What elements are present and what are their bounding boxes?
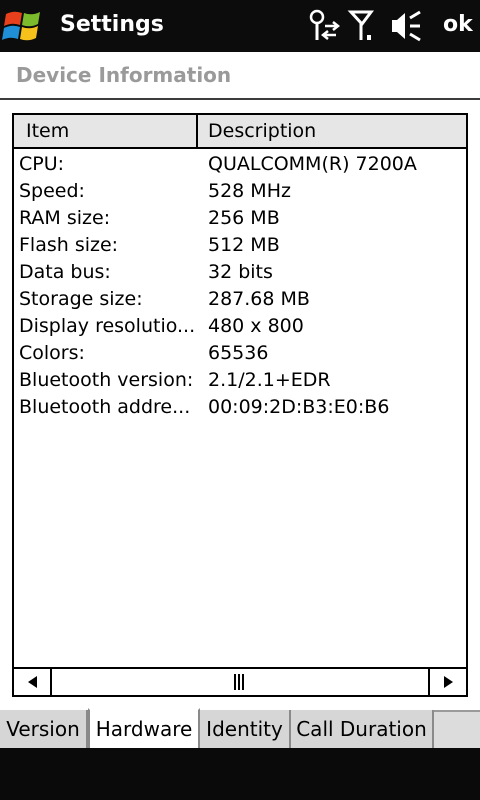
app-title: Settings bbox=[60, 12, 164, 37]
row-item: Bluetooth addre... bbox=[19, 396, 191, 418]
row-description: 528 MHz bbox=[208, 180, 291, 202]
row-item: Display resolutio... bbox=[19, 315, 194, 337]
row-item: Bluetooth version: bbox=[19, 369, 194, 391]
row-item: Speed: bbox=[19, 180, 85, 202]
tab-identity[interactable]: Identity bbox=[200, 710, 291, 750]
grip-icon bbox=[234, 674, 245, 690]
list-row-speed[interactable]: Speed: 528 MHz bbox=[14, 178, 466, 205]
arrow-right-icon bbox=[444, 676, 453, 688]
row-item: Storage size: bbox=[19, 288, 143, 310]
list-row-cpu[interactable]: CPU: QUALCOMM(R) 7200A bbox=[14, 151, 466, 178]
row-item: CPU: bbox=[19, 153, 65, 175]
row-item: Data bus: bbox=[19, 261, 111, 283]
tab-bar: Version Hardware Identity Call Duration bbox=[0, 708, 480, 750]
list-row-bluetooth-address[interactable]: Bluetooth addre... 00:09:2D:B3:E0:B6 bbox=[14, 394, 466, 421]
scrollbar-thumb[interactable] bbox=[52, 669, 428, 695]
row-item: Flash size: bbox=[19, 234, 119, 256]
volume-icon[interactable] bbox=[388, 8, 424, 44]
page-title: Device Information bbox=[16, 63, 232, 87]
windows-start-icon[interactable] bbox=[2, 6, 46, 46]
row-description: QUALCOMM(R) 7200A bbox=[208, 153, 417, 175]
row-description: 480 x 800 bbox=[208, 315, 304, 337]
tab-version[interactable]: Version bbox=[0, 710, 88, 750]
row-description: 65536 bbox=[208, 342, 269, 364]
list-row-data-bus[interactable]: Data bus: 32 bits bbox=[14, 259, 466, 286]
tab-hardware[interactable]: Hardware bbox=[88, 708, 200, 750]
horizontal-scrollbar[interactable] bbox=[14, 667, 466, 695]
row-item: RAM size: bbox=[19, 207, 111, 229]
list-row-storage-size[interactable]: Storage size: 287.68 MB bbox=[14, 286, 466, 313]
column-header-description[interactable]: Description bbox=[208, 115, 316, 147]
row-description: 2.1/2.1+EDR bbox=[208, 369, 331, 391]
column-divider[interactable] bbox=[196, 115, 198, 147]
scroll-left-button[interactable] bbox=[14, 669, 52, 695]
list-row-bluetooth-version[interactable]: Bluetooth version: 2.1/2.1+EDR bbox=[14, 367, 466, 394]
ok-button[interactable]: ok bbox=[443, 11, 473, 39]
row-item: Colors: bbox=[19, 342, 85, 364]
column-header-item[interactable]: Item bbox=[26, 115, 69, 147]
connectivity-icon[interactable] bbox=[306, 8, 342, 44]
list-row-colors[interactable]: Colors: 65536 bbox=[14, 340, 466, 367]
signal-icon[interactable] bbox=[345, 8, 381, 44]
page-header: Device Information bbox=[0, 52, 480, 100]
softkey-bar bbox=[0, 748, 480, 800]
row-description: 00:09:2D:B3:E0:B6 bbox=[208, 396, 390, 418]
scroll-right-button[interactable] bbox=[428, 669, 466, 695]
list-row-ram-size[interactable]: RAM size: 256 MB bbox=[14, 205, 466, 232]
row-description: 512 MB bbox=[208, 234, 280, 256]
row-description: 32 bits bbox=[208, 261, 273, 283]
list-header: Item Description bbox=[14, 115, 466, 149]
tab-call-duration[interactable]: Call Duration bbox=[291, 710, 434, 750]
list-row-display-resolution[interactable]: Display resolutio... 480 x 800 bbox=[14, 313, 466, 340]
device-info-list[interactable]: Item Description CPU: QUALCOMM(R) 7200A … bbox=[12, 113, 468, 697]
arrow-left-icon bbox=[28, 676, 37, 688]
list-row-flash-size[interactable]: Flash size: 512 MB bbox=[14, 232, 466, 259]
title-bar: Settings ok bbox=[0, 0, 480, 52]
list-rows: CPU: QUALCOMM(R) 7200A Speed: 528 MHz RA… bbox=[14, 151, 466, 421]
row-description: 287.68 MB bbox=[208, 288, 310, 310]
row-description: 256 MB bbox=[208, 207, 280, 229]
